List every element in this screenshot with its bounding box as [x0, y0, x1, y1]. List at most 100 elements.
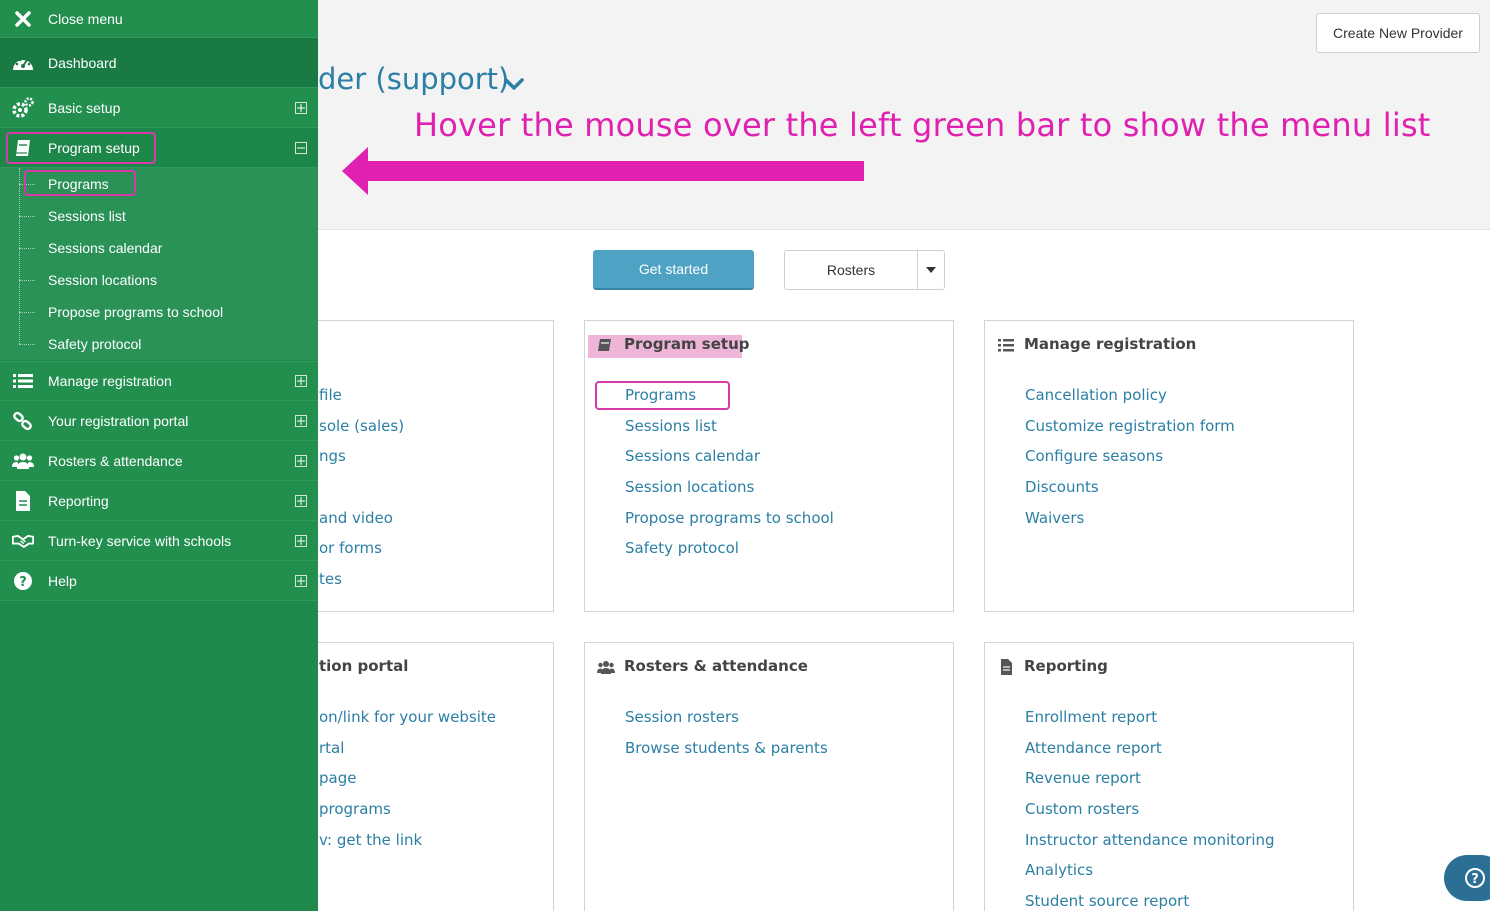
waivers-link[interactable]: Waivers: [1025, 509, 1235, 540]
student-source-report-link[interactable]: Student source report: [1025, 892, 1275, 911]
sidebar-sub-session-locations[interactable]: Session locations: [0, 264, 318, 296]
sidebar-sub-sessions-calendar[interactable]: Sessions calendar: [0, 232, 318, 264]
card-registration-portal-links: on/link for your website rtal page progr…: [319, 708, 496, 861]
rosters-dropdown-toggle[interactable]: [918, 251, 944, 289]
card-link[interactable]: tes: [319, 570, 404, 601]
cancellation-policy-link[interactable]: Cancellation policy: [1025, 386, 1235, 417]
sidebar-label: Your registration portal: [48, 412, 189, 429]
card-title: Program setup: [624, 335, 750, 353]
card-link[interactable]: ngs: [319, 447, 404, 478]
annotation-arrow-icon: [342, 147, 864, 195]
tree-tick: [19, 216, 35, 217]
card-title: Manage registration: [1024, 335, 1197, 353]
expand-icon[interactable]: [295, 375, 307, 387]
users-icon: [597, 661, 615, 674]
card-link[interactable]: and video: [319, 509, 404, 540]
card-manage-registration: Manage registration Cancellation policy …: [984, 320, 1354, 612]
list-icon: [998, 339, 1014, 352]
card-title: Reporting: [1024, 657, 1108, 675]
users-icon: [12, 450, 34, 472]
sessions-list-link[interactable]: Sessions list: [625, 417, 834, 448]
help-icon: ?: [1465, 868, 1485, 888]
card-rosters-attendance: Rosters & attendance Session rosters Bro…: [584, 642, 954, 911]
expand-icon[interactable]: [295, 534, 307, 547]
collapse-icon[interactable]: [295, 141, 307, 154]
sidebar-item-basic-setup[interactable]: Basic setup: [0, 88, 318, 128]
expand-icon[interactable]: [295, 454, 307, 467]
sidebar-label: Propose programs to school: [48, 304, 224, 320]
card-link[interactable]: programs: [319, 800, 496, 831]
expand-icon[interactable]: [295, 494, 307, 507]
sidebar-menu: Close menu Dashboard Basic setup Program…: [0, 0, 318, 911]
caret-down-icon: [926, 267, 936, 273]
card-link[interactable]: [319, 478, 404, 509]
page-title: der (support): [318, 62, 510, 96]
sidebar-sub-safety-protocol[interactable]: Safety protocol: [0, 328, 318, 360]
propose-programs-link[interactable]: Propose programs to school: [625, 509, 834, 540]
sidebar-item-help[interactable]: ? Help: [0, 561, 318, 601]
programs-link[interactable]: Programs: [625, 386, 834, 417]
custom-rosters-link[interactable]: Custom rosters: [1025, 800, 1275, 831]
session-rosters-link[interactable]: Session rosters: [625, 708, 828, 739]
sidebar-sub-propose-programs[interactable]: Propose programs to school: [0, 296, 318, 328]
help-widget-button[interactable]: ?: [1444, 855, 1490, 901]
handshake-icon: [12, 530, 34, 552]
rosters-button[interactable]: Rosters: [785, 251, 918, 289]
card-link[interactable]: page: [319, 769, 496, 800]
sessions-calendar-link[interactable]: Sessions calendar: [625, 447, 834, 478]
svg-text:?: ?: [19, 575, 27, 590]
close-icon: [12, 8, 34, 30]
gears-icon: [12, 96, 34, 119]
card-manage-registration-links: Cancellation policy Customize registrati…: [1025, 386, 1235, 539]
sidebar-item-dashboard[interactable]: Dashboard: [0, 38, 318, 88]
revenue-report-link[interactable]: Revenue report: [1025, 769, 1275, 800]
tree-tick: [19, 280, 35, 281]
attendance-report-link[interactable]: Attendance report: [1025, 739, 1275, 770]
sidebar-label: Safety protocol: [48, 336, 142, 352]
get-started-button[interactable]: Get started: [593, 250, 754, 290]
card-link[interactable]: v: get the link: [319, 831, 496, 862]
sidebar-label: Close menu: [48, 10, 123, 27]
sidebar-item-turnkey[interactable]: Turn-key service with schools: [0, 521, 318, 561]
browse-students-link[interactable]: Browse students & parents: [625, 739, 828, 770]
session-locations-link[interactable]: Session locations: [625, 478, 834, 509]
customize-form-link[interactable]: Customize registration form: [1025, 417, 1235, 448]
close-menu-button[interactable]: Close menu: [0, 0, 318, 38]
sidebar-label: Sessions list: [48, 208, 126, 224]
expand-icon[interactable]: [295, 101, 307, 114]
card-title: tion portal: [319, 657, 409, 675]
book-icon: [598, 339, 611, 351]
configure-seasons-link[interactable]: Configure seasons: [1025, 447, 1235, 478]
program-setup-highlight-box: [6, 132, 156, 164]
program-setup-submenu: Programs Sessions list Sessions calendar…: [0, 168, 318, 360]
analytics-link[interactable]: Analytics: [1025, 861, 1275, 892]
sidebar-item-manage-registration[interactable]: Manage registration: [0, 361, 318, 401]
instructor-attendance-link[interactable]: Instructor attendance monitoring: [1025, 831, 1275, 862]
expand-icon[interactable]: [295, 574, 307, 587]
card-link[interactable]: file: [319, 386, 404, 417]
card-link[interactable]: on/link for your website: [319, 708, 496, 739]
card-program-setup: Program setup Programs Sessions list Ses…: [584, 320, 954, 612]
list-icon: [12, 370, 34, 392]
discounts-link[interactable]: Discounts: [1025, 478, 1235, 509]
card-reporting: Reporting Enrollment report Attendance r…: [984, 642, 1354, 911]
sidebar-label: Dashboard: [48, 54, 117, 71]
create-new-provider-button[interactable]: Create New Provider: [1316, 13, 1480, 53]
expand-icon[interactable]: [295, 414, 307, 427]
tree-tick: [19, 248, 35, 249]
sidebar-label: Basic setup: [48, 99, 121, 116]
safety-protocol-link[interactable]: Safety protocol: [625, 539, 834, 570]
sidebar-item-rosters-attendance[interactable]: Rosters & attendance: [0, 441, 318, 481]
chevron-down-icon[interactable]: [503, 74, 525, 94]
sidebar-sub-sessions-list[interactable]: Sessions list: [0, 200, 318, 232]
card-link[interactable]: or forms: [319, 539, 404, 570]
card-link[interactable]: sole (sales): [319, 417, 404, 448]
card-link[interactable]: rtal: [319, 739, 496, 770]
dashboard-icon: [12, 52, 34, 74]
card-program-setup-links: Programs Sessions list Sessions calendar…: [625, 386, 834, 570]
enrollment-report-link[interactable]: Enrollment report: [1025, 708, 1275, 739]
sidebar-label: Reporting: [48, 492, 109, 509]
sidebar-item-registration-portal[interactable]: Your registration portal: [0, 401, 318, 441]
sidebar-item-reporting[interactable]: Reporting: [0, 481, 318, 521]
sidebar-label: Sessions calendar: [48, 240, 163, 256]
